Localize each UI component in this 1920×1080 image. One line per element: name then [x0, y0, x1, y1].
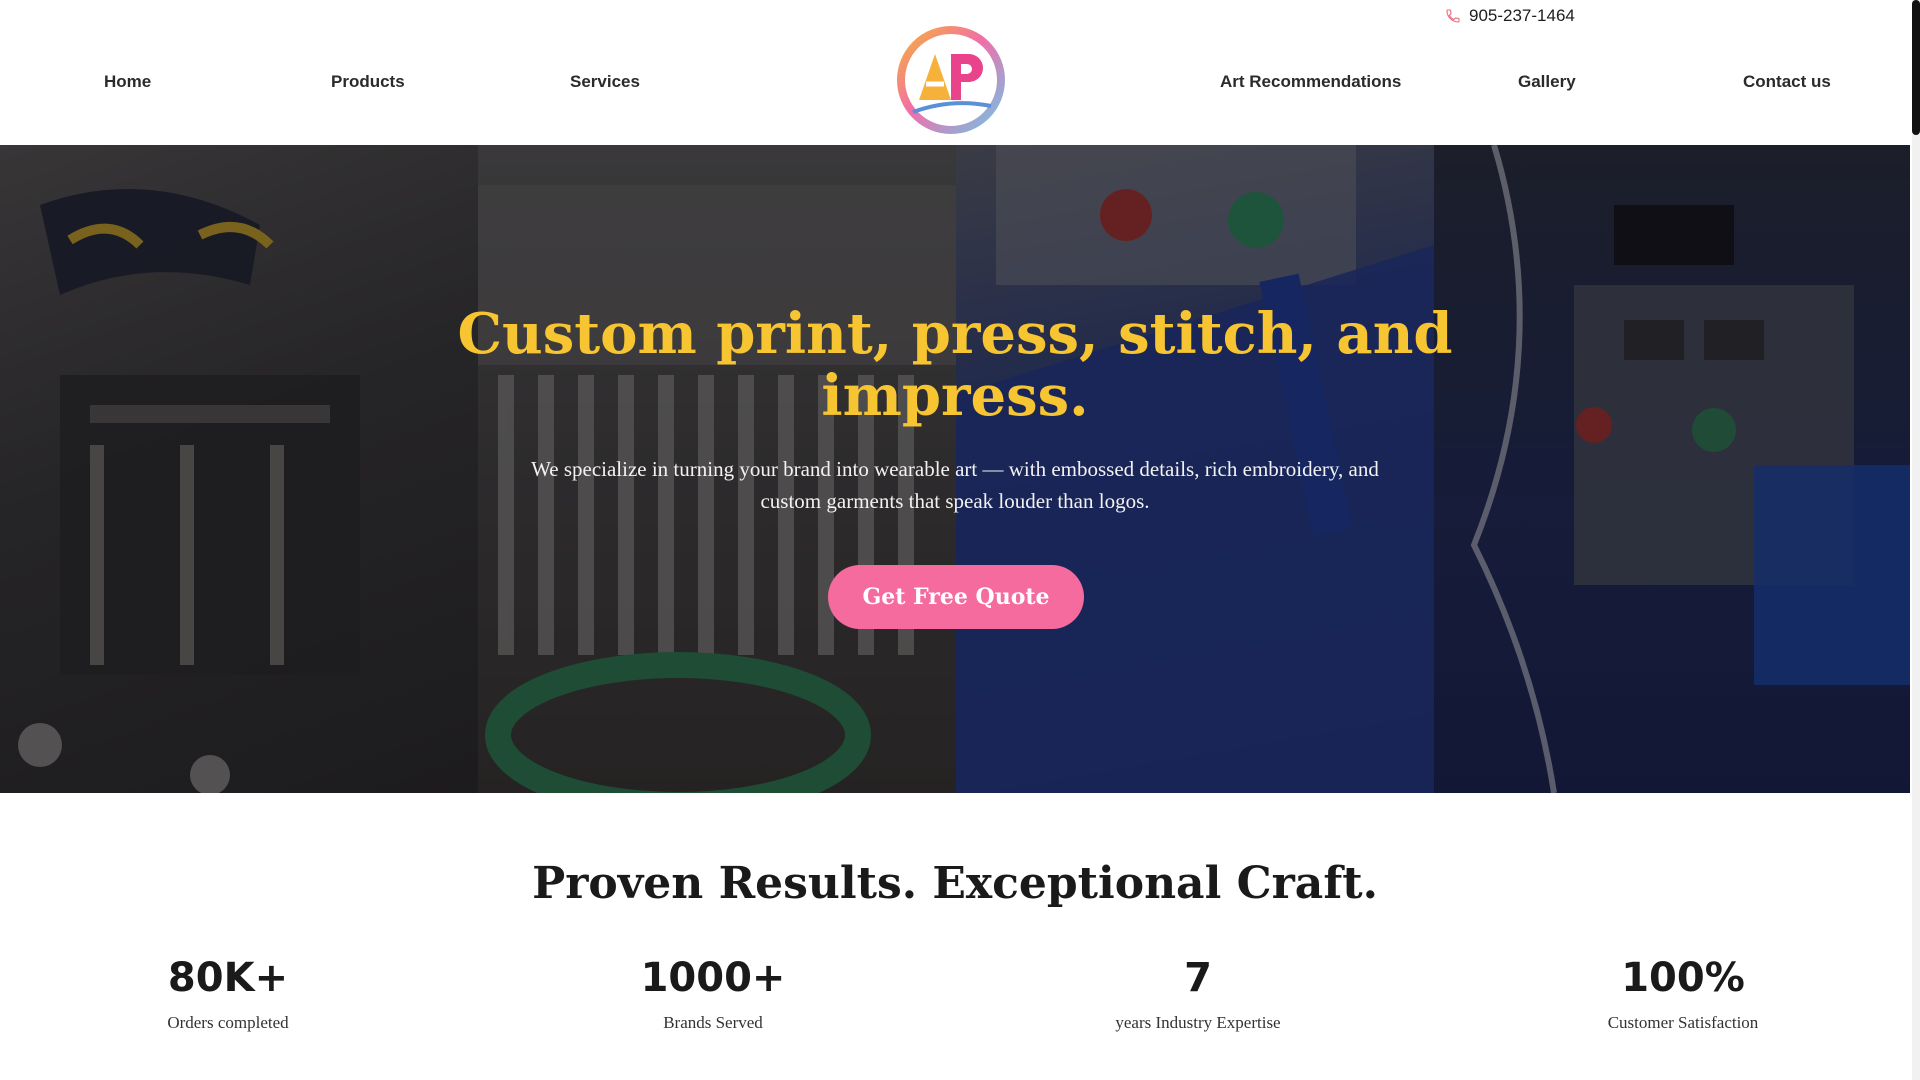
- nav-home[interactable]: Home: [104, 72, 151, 92]
- scrollbar-thumb[interactable]: [1912, 0, 1920, 135]
- stat-value: 1000+: [640, 955, 786, 1001]
- stat-value: 80K+: [167, 955, 289, 1001]
- nav-services[interactable]: Services: [570, 72, 640, 92]
- phone-icon: [1446, 9, 1460, 23]
- page-scrollbar[interactable]: [1912, 0, 1920, 1080]
- hero-title: Custom print, press, stitch, and impress…: [457, 301, 1453, 429]
- stat-value: 7: [1184, 955, 1212, 1001]
- stat-value: 100%: [1621, 955, 1745, 1001]
- get-free-quote-button[interactable]: Get Free Quote: [828, 565, 1084, 629]
- site-header: 905-237-1464 Home Products Services Art …: [0, 0, 1910, 145]
- nav-art-recommendations[interactable]: Art Recommendations: [1220, 72, 1401, 92]
- hero-subtitle: We specialize in turning your brand into…: [531, 457, 1379, 513]
- stat-label: years Industry Expertise: [1115, 1013, 1281, 1032]
- stat-label: Customer Satisfaction: [1607, 1013, 1759, 1032]
- hero-section: Custom print, press, stitch, and impress…: [0, 145, 1910, 793]
- phone-contact[interactable]: 905-237-1464: [1445, 6, 1575, 26]
- stat-orders: 80K+ Orders completed: [48, 955, 408, 1033]
- stat-brands: 1000+ Brands Served: [533, 955, 893, 1033]
- nav-contact-us[interactable]: Contact us: [1743, 72, 1831, 92]
- site-logo[interactable]: [895, 26, 1007, 134]
- stat-label: Brands Served: [663, 1013, 763, 1032]
- phone-number[interactable]: 905-237-1464: [1469, 6, 1575, 26]
- stats-heading: Proven Results. Exceptional Craft.: [532, 858, 1378, 909]
- stat-satisfaction: 100% Customer Satisfaction: [1503, 955, 1863, 1033]
- nav-gallery[interactable]: Gallery: [1518, 72, 1576, 92]
- stat-years: 7 years Industry Expertise: [1018, 955, 1378, 1033]
- stat-label: Orders completed: [167, 1013, 289, 1032]
- nav-products[interactable]: Products: [331, 72, 405, 92]
- ap-merchandise-logo: [897, 26, 1005, 134]
